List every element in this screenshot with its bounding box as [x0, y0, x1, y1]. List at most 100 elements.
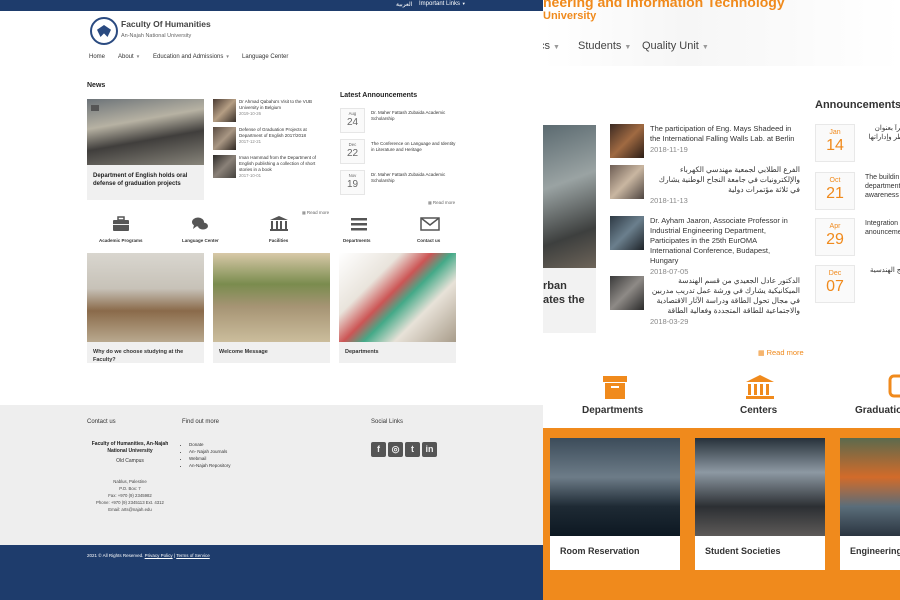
envelope-icon[interactable]: [420, 216, 440, 232]
chevron-down-icon: ▼: [135, 54, 141, 59]
announcement-date: Dec 22: [340, 139, 365, 164]
news-thumbnail: [610, 276, 644, 310]
facebook-icon[interactable]: f: [371, 442, 386, 457]
footer: [0, 405, 543, 545]
instagram-icon[interactable]: ◎: [388, 442, 403, 457]
news-read-more-link[interactable]: Read more: [302, 210, 329, 215]
terms-of-service-link[interactable]: Terms of Service: [176, 553, 210, 558]
important-links-menu[interactable]: Important Links ▼: [419, 1, 466, 7]
announcements-title: Latest Announcements: [340, 92, 418, 99]
university-logo[interactable]: [90, 17, 118, 45]
nav-education-admissions[interactable]: Education and Admissions ▼: [153, 54, 230, 60]
announcements-read-more-link[interactable]: Read more: [428, 200, 455, 205]
service-photo: [695, 438, 825, 536]
footer-address: Nablus, Palestine P.O. Box: 7 Fax: +970 …: [96, 479, 164, 512]
featured-news-caption[interactable]: rban ates the: [543, 268, 596, 333]
news-thumbnail: [610, 165, 644, 199]
chat-icon[interactable]: [191, 216, 209, 232]
info-card[interactable]: Why do we choose studying at the Faculty…: [87, 253, 204, 363]
read-more-link[interactable]: Read more: [758, 348, 804, 357]
footer-campus: Old Campus: [116, 458, 144, 464]
twitter-icon[interactable]: t: [405, 442, 420, 457]
quick-link-academic-programs[interactable]: Academic Programs: [99, 238, 143, 243]
site-subtitle: University: [543, 10, 597, 22]
faculty-name: Faculty Of Humanities: [121, 19, 211, 29]
bottom-bar: [0, 545, 543, 600]
quick-link-facilities[interactable]: Facilities: [269, 238, 288, 243]
announcement-link[interactable]: The Conference on Language and Identity …: [371, 141, 456, 153]
service-photo: [840, 438, 900, 536]
service-card[interactable]: Room Reservation: [550, 438, 680, 570]
graduation-icon[interactable]: [888, 374, 900, 400]
announcements-title: Announcements: [815, 99, 900, 111]
announcement-link[interactable]: Dr. Maher Fattash Zubaida Academic Schol…: [371, 172, 456, 184]
announcement-text[interactable]: Integrationanouncemer: [865, 219, 900, 237]
footer-contact-title: Contact us: [87, 419, 116, 425]
news-thumbnail: [213, 127, 236, 150]
university-name: An-Najah National University: [121, 33, 192, 39]
news-thumbnail: [610, 216, 644, 250]
engineering-site-page: neering and Information Technology Unive…: [543, 0, 900, 600]
announcement-text[interactable]: مج الهندسية: [865, 266, 900, 275]
info-card[interactable]: Welcome Message: [213, 253, 330, 363]
bank-icon[interactable]: [745, 374, 775, 400]
featured-news-photo[interactable]: [87, 99, 204, 165]
list-icon[interactable]: [350, 216, 368, 232]
quick-link-contact-us[interactable]: Contact us: [417, 238, 440, 243]
departments-collage: [339, 253, 456, 342]
nav-about[interactable]: About ▼: [118, 54, 140, 60]
box-icon[interactable]: [602, 374, 628, 400]
announcement-text[interactable]: حرآ بعنواناطر وإداراتها: [865, 124, 900, 142]
nav-item-quality-unit[interactable]: Quality Unit ▼: [642, 40, 709, 52]
chevron-down-icon: ▼: [624, 44, 632, 51]
footer-find-title: Find out more: [182, 419, 220, 425]
arabic-language-link[interactable]: العربية: [396, 1, 412, 8]
announcement-date: Dec 07: [815, 265, 855, 303]
nav-item-students[interactable]: Students ▼: [578, 40, 631, 52]
service-card[interactable]: Engineering: [840, 438, 900, 570]
chevron-down-icon: ▼: [461, 1, 466, 6]
featured-news-caption[interactable]: Department of English holds oral defense…: [87, 165, 204, 200]
humanities-site-page: العربية Important Links ▼ Faculty Of Hum…: [0, 0, 543, 600]
featured-news-photo[interactable]: [543, 125, 596, 268]
chevron-down-icon: ▼: [225, 54, 230, 59]
footer-link-journals[interactable]: An- Najah Journals: [189, 448, 231, 455]
announcement-date: Nov 19: [340, 170, 365, 195]
footer-link-donate[interactable]: Donate: [189, 441, 231, 448]
section-graduation[interactable]: Graduatio: [855, 405, 900, 416]
news-title: News: [87, 82, 106, 89]
top-bar: العربية Important Links ▼: [0, 0, 543, 11]
nav-language-center[interactable]: Language Center: [242, 54, 288, 60]
footer-link-webmail[interactable]: Webmail: [189, 455, 231, 462]
privacy-policy-link[interactable]: Privacy Policy: [145, 553, 173, 558]
nav-home[interactable]: Home: [89, 54, 105, 60]
info-card[interactable]: Departments: [339, 253, 456, 363]
footer-social-title: Social Links: [371, 419, 404, 425]
footer-links: Donate An- Najah Journals Webmail An-Naj…: [183, 441, 231, 469]
quick-link-language-center[interactable]: Language Center: [182, 238, 219, 243]
chevron-down-icon: ▼: [553, 44, 560, 51]
quick-link-departments[interactable]: Departments: [343, 238, 371, 243]
service-card[interactable]: Student Societies: [695, 438, 825, 570]
footer-link-repository[interactable]: An-Najah Repository: [189, 462, 231, 469]
service-photo: [550, 438, 680, 536]
announcement-text[interactable]: The buildin department awareness: [865, 173, 900, 200]
announcement-date: Aug 24: [340, 108, 365, 133]
linkedin-icon[interactable]: in: [422, 442, 437, 457]
section-centers[interactable]: Centers: [740, 405, 777, 416]
news-thumbnail: [610, 124, 644, 158]
screenshot-composite: neering and Information Technology Unive…: [0, 0, 900, 600]
section-departments[interactable]: Departments: [582, 405, 643, 416]
news-thumbnail: [213, 155, 236, 178]
footer-org-name: Faculty of Humanities, An-Najah National…: [91, 441, 169, 454]
announcement-date: Jan 14: [815, 124, 855, 162]
site-title: neering and Information Technology: [543, 0, 785, 10]
news-thumbnail: [213, 99, 236, 122]
bank-icon[interactable]: [269, 216, 289, 232]
announcement-link[interactable]: Dr. Maher Fattash Zubaida Academic Schol…: [371, 110, 456, 122]
nav-item-partial[interactable]: cs▼: [543, 40, 560, 52]
copyright-line: 2021 © All Rights Reserved. Privacy Poli…: [87, 553, 210, 558]
classroom-photo: [87, 253, 204, 342]
briefcase-icon[interactable]: [112, 216, 130, 232]
chevron-down-icon: ▼: [701, 44, 709, 51]
